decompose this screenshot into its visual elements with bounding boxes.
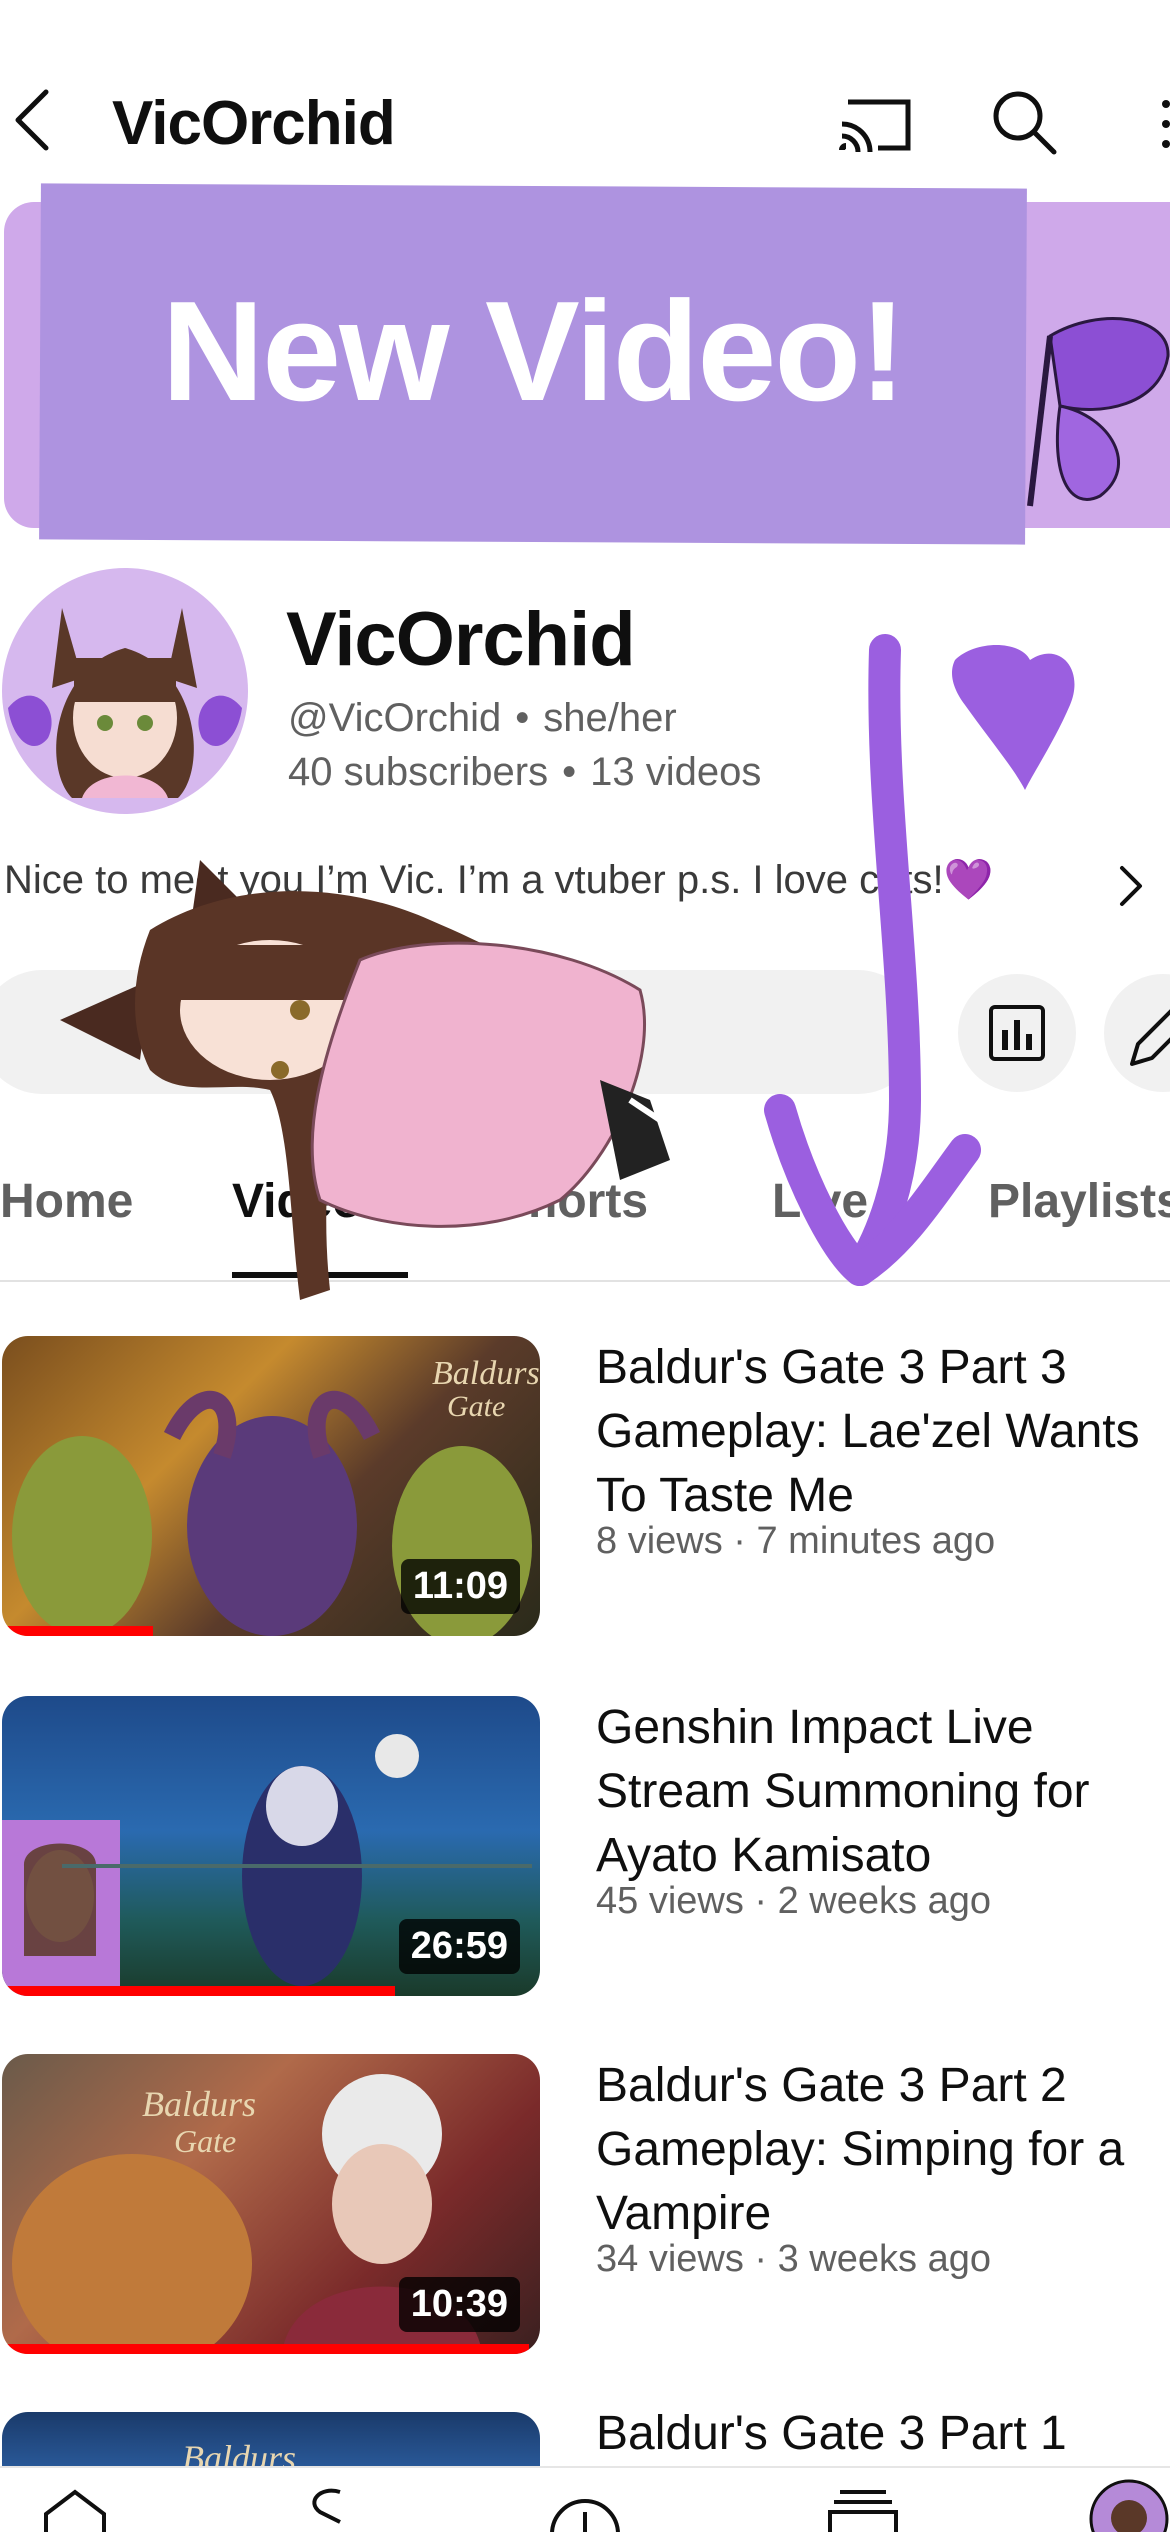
video-duration: 10:39: [398, 2277, 520, 2332]
heart-icon: [952, 645, 1075, 790]
tab-playlists[interactable]: Playlists: [988, 1174, 1170, 1229]
search-button[interactable]: [990, 88, 1060, 158]
chevron-left-icon: [15, 89, 49, 151]
create-icon[interactable]: [548, 2482, 622, 2532]
channel-handle-line: @VicOrchid • she/her: [288, 696, 677, 741]
watch-progress-bar: [2, 2344, 530, 2354]
separator-dot: •: [562, 750, 577, 794]
search-icon: [993, 91, 1057, 155]
channel-handle: @VicOrchid: [288, 696, 502, 740]
bottom-navigation: [0, 2466, 1170, 2532]
video-title[interactable]: Baldur's Gate 3 Part 2 Gameplay: Simping…: [596, 2054, 1166, 2246]
video-item[interactable]: Baldurs Baldur's Gate 3 Part 1: [0, 2407, 1170, 2470]
pencil-icon: [1130, 1009, 1170, 1066]
svg-text:Baldurs: Baldurs: [432, 1355, 540, 1392]
video-meta: 34 views · 3 weeks ago: [596, 2238, 991, 2280]
more-vertical-icon: [1162, 100, 1170, 148]
back-button[interactable]: [6, 80, 66, 160]
video-title[interactable]: Genshin Impact Live Stream Summoning for…: [596, 1696, 1166, 1888]
top-app-bar: VicOrchid: [0, 0, 1170, 190]
chevron-right-icon: [1120, 866, 1142, 906]
avatar-illustration: [8, 608, 242, 798]
tab-home[interactable]: Home: [0, 1174, 133, 1229]
tab-videos[interactable]: Videos: [232, 1174, 389, 1229]
video-thumbnail[interactable]: Baldurs: [2, 2412, 540, 2470]
cast-button[interactable]: [838, 92, 914, 156]
video-thumbnail[interactable]: Baldurs Gate 11:09: [2, 1336, 540, 1636]
video-item[interactable]: 26:59 Genshin Impact Live Stream Summoni…: [0, 1696, 1170, 2006]
video-meta: 45 views · 2 weeks ago: [596, 1880, 991, 1922]
thumbnail-art: Baldurs: [182, 2438, 296, 2470]
channel-description-row[interactable]: Nice to meet you I’m Vic. I’m a vtuber p…: [4, 856, 1170, 916]
home-icon[interactable]: [40, 2488, 110, 2532]
watch-progress-bar: [2, 1626, 153, 1636]
video-item[interactable]: Baldurs Gate 11:09 Baldur's Gate 3 Part …: [0, 1336, 1170, 1646]
banner-text: New Video!: [161, 272, 907, 431]
svg-text:Gate: Gate: [447, 1390, 505, 1423]
channel-stats-line: 40 subscribers • 13 videos: [288, 750, 761, 795]
bar-chart-icon: [989, 1005, 1045, 1061]
video-item[interactable]: Baldurs Gate 10:39 Baldur's Gate 3 Part …: [0, 2054, 1170, 2364]
channel-avatar[interactable]: [2, 568, 248, 814]
you-avatar-icon[interactable]: [1088, 2478, 1170, 2532]
video-title[interactable]: Baldur's Gate 3 Part 3 Gameplay: Lae'zel…: [596, 1336, 1166, 1528]
butterfly-icon: [1027, 317, 1170, 507]
channel-banner: New Video!: [0, 183, 1170, 545]
svg-text:Gate: Gate: [174, 2123, 236, 2159]
subscriptions-icon[interactable]: [826, 2486, 900, 2532]
svg-text:Baldurs: Baldurs: [142, 2084, 256, 2124]
active-tab-indicator: [232, 1272, 408, 1278]
separator-dot: •: [515, 696, 530, 740]
header-channel-title: VicOrchid: [112, 89, 396, 158]
shorts-icon[interactable]: [300, 2486, 360, 2532]
watch-progress-bar: [2, 1986, 395, 1996]
channel-description: Nice to meet you I’m Vic. I’m a vtuber p…: [4, 858, 994, 902]
manage-videos-button[interactable]: [0, 970, 920, 1094]
channel-pronouns: she/her: [543, 696, 677, 740]
video-thumbnail[interactable]: 26:59: [2, 1696, 540, 1996]
subscriber-count: 40 subscribers: [288, 750, 549, 794]
video-count: 13 videos: [590, 750, 762, 794]
tab-live[interactable]: Live: [772, 1174, 868, 1229]
analytics-button[interactable]: [958, 974, 1076, 1092]
video-title[interactable]: Baldur's Gate 3 Part 1: [596, 2402, 1166, 2466]
video-thumbnail[interactable]: Baldurs Gate 10:39: [2, 2054, 540, 2354]
edit-channel-button[interactable]: [1104, 974, 1170, 1092]
tab-shorts[interactable]: Shorts: [496, 1174, 648, 1229]
cast-icon: [839, 99, 911, 153]
more-options-button[interactable]: [1160, 96, 1170, 152]
video-duration: 11:09: [400, 1559, 520, 1614]
channel-tabs: Home Videos Shorts Live Playlists: [0, 1160, 1170, 1282]
channel-name: VicOrchid: [286, 597, 636, 682]
video-meta: 8 views · 7 minutes ago: [596, 1520, 996, 1562]
video-duration: 26:59: [398, 1919, 520, 1974]
